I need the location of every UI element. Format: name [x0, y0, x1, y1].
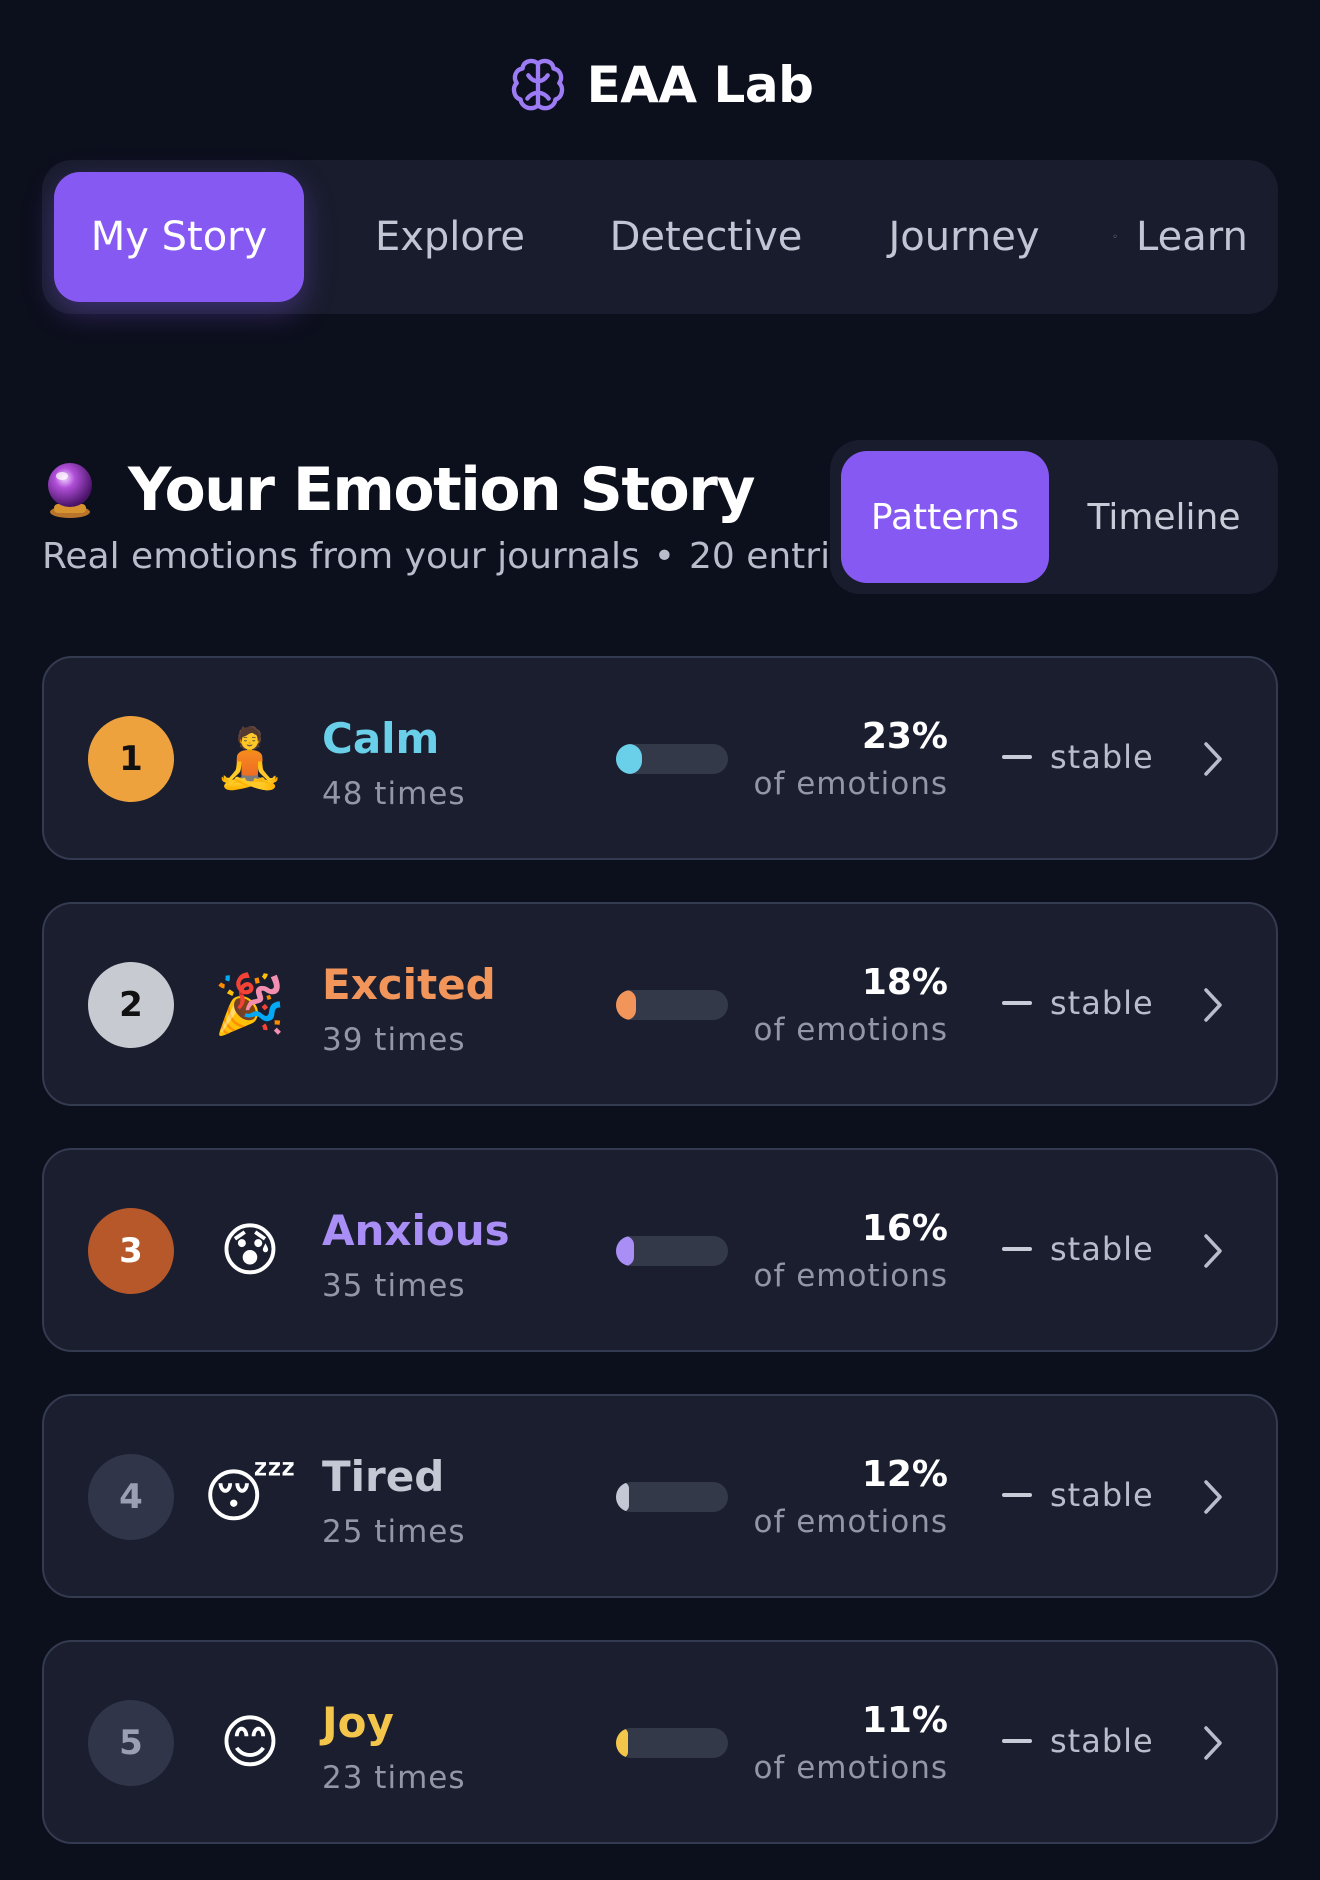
- rank-badge: 1: [88, 716, 174, 802]
- tab-my-story[interactable]: My Story: [54, 172, 304, 302]
- share-bar-fill: [616, 1728, 629, 1758]
- patterns-button[interactable]: Patterns: [841, 451, 1049, 583]
- emotion-percent: 16%: [861, 1208, 948, 1249]
- chevron-right-icon[interactable]: [1198, 1722, 1228, 1764]
- party-popper-icon: 🎉: [213, 970, 287, 1038]
- tab-journey[interactable]: Journey: [854, 172, 1074, 302]
- emotion-card-anxious[interactable]: 3 😰 Anxious 35 times 16% of emotions sta…: [42, 1148, 1278, 1352]
- section-header: Your Emotion Story: [42, 452, 755, 528]
- emotion-name: Anxious: [322, 1206, 510, 1255]
- percent-label: of emotions: [753, 1012, 948, 1048]
- rank-badge: 5: [88, 1700, 174, 1786]
- tab-label: Learn: [1136, 214, 1248, 260]
- tab-label: Explore: [374, 214, 526, 260]
- tab-explore[interactable]: Explore: [342, 172, 558, 302]
- main-tab-bar: My Story Explore Detective Journey ◦ Lea…: [42, 160, 1278, 314]
- smiling-face-icon: 😊: [219, 1708, 281, 1776]
- trend-indicator: stable: [1002, 1476, 1154, 1514]
- chevron-right-icon[interactable]: [1198, 1230, 1228, 1272]
- timeline-button[interactable]: Timeline: [1064, 451, 1264, 583]
- dot-icon: ◦: [1112, 231, 1119, 243]
- percent-label: of emotions: [753, 766, 948, 802]
- trend-label: stable: [1050, 984, 1154, 1022]
- crystal-ball-icon: [48, 463, 92, 518]
- tab-label: Journey: [888, 214, 1040, 260]
- tab-label: Detective: [609, 214, 803, 260]
- emotion-name: Joy: [322, 1698, 394, 1747]
- share-bar: [616, 1236, 728, 1266]
- dash-icon: [1002, 755, 1032, 759]
- meditation-icon: 🧘: [213, 724, 287, 792]
- dash-icon: [1002, 1493, 1032, 1497]
- emotion-percent: 23%: [861, 716, 948, 757]
- sleepy-face-icon: 😴: [203, 1462, 297, 1530]
- emotion-card-joy[interactable]: 5 😊 Joy 23 times 11% of emotions stable: [42, 1640, 1278, 1844]
- emotion-count: 39 times: [322, 1022, 466, 1058]
- emotion-count: 48 times: [322, 776, 466, 812]
- share-bar: [616, 1728, 728, 1758]
- share-bar: [616, 1482, 728, 1512]
- trend-label: stable: [1050, 1476, 1154, 1514]
- emotion-percent: 11%: [861, 1700, 948, 1741]
- trend-indicator: stable: [1002, 1230, 1154, 1268]
- percent-label: of emotions: [753, 1504, 948, 1540]
- dash-icon: [1002, 1001, 1032, 1005]
- emotion-count: 35 times: [322, 1268, 466, 1304]
- emotion-count: 25 times: [322, 1514, 466, 1550]
- chevron-right-icon[interactable]: [1198, 984, 1228, 1026]
- app-header: EAA Lab: [0, 50, 1320, 120]
- rank-badge: 2: [88, 962, 174, 1048]
- share-bar-fill: [616, 990, 637, 1020]
- section-title: Your Emotion Story: [128, 455, 755, 525]
- tab-detective[interactable]: Detective: [580, 172, 832, 302]
- chevron-right-icon[interactable]: [1198, 1476, 1228, 1518]
- rank-badge: 4: [88, 1454, 174, 1540]
- emotion-name: Excited: [322, 960, 496, 1009]
- trend-label: stable: [1050, 1230, 1154, 1268]
- chevron-right-icon[interactable]: [1198, 738, 1228, 780]
- share-bar-fill: [616, 1482, 630, 1512]
- share-bar-fill: [616, 744, 642, 774]
- trend-indicator: stable: [1002, 1722, 1154, 1760]
- rank-badge: 3: [88, 1208, 174, 1294]
- trend-indicator: stable: [1002, 984, 1154, 1022]
- emotion-percent: 18%: [861, 962, 948, 1003]
- emotion-name: Calm: [322, 714, 440, 763]
- percent-label: of emotions: [753, 1258, 948, 1294]
- patterns-label: Patterns: [870, 496, 1020, 538]
- emotion-card-excited[interactable]: 2 🎉 Excited 39 times 18% of emotions sta…: [42, 902, 1278, 1106]
- trend-indicator: stable: [1002, 738, 1154, 776]
- tab-label: My Story: [90, 214, 268, 260]
- subtitle-text: Real emotions from your journals: [42, 536, 640, 577]
- app-title: EAA Lab: [586, 56, 814, 114]
- section-subtitle: Real emotions from your journals • 20 en…: [42, 536, 871, 577]
- tab-learn[interactable]: ◦ Learn: [1092, 172, 1268, 302]
- emotion-card-calm[interactable]: 1 🧘 Calm 48 times 23% of emotions stable: [42, 656, 1278, 860]
- dash-icon: [1002, 1739, 1032, 1743]
- brain-icon: [511, 58, 564, 111]
- dash-icon: [1002, 1247, 1032, 1251]
- share-bar: [616, 744, 728, 774]
- emotion-percent: 12%: [861, 1454, 948, 1495]
- share-bar: [616, 990, 728, 1020]
- anxious-face-icon: 😰: [219, 1216, 281, 1284]
- view-toggle: Patterns Timeline: [830, 440, 1278, 594]
- share-bar-fill: [616, 1236, 634, 1266]
- trend-label: stable: [1050, 1722, 1154, 1760]
- subtitle-separator: •: [653, 536, 675, 577]
- emotion-name: Tired: [322, 1452, 445, 1501]
- emotion-count: 23 times: [322, 1760, 466, 1796]
- percent-label: of emotions: [753, 1750, 948, 1786]
- emotion-card-tired[interactable]: 4 😴 Tired 25 times 12% of emotions stabl…: [42, 1394, 1278, 1598]
- trend-label: stable: [1050, 738, 1154, 776]
- timeline-label: Timeline: [1087, 496, 1241, 538]
